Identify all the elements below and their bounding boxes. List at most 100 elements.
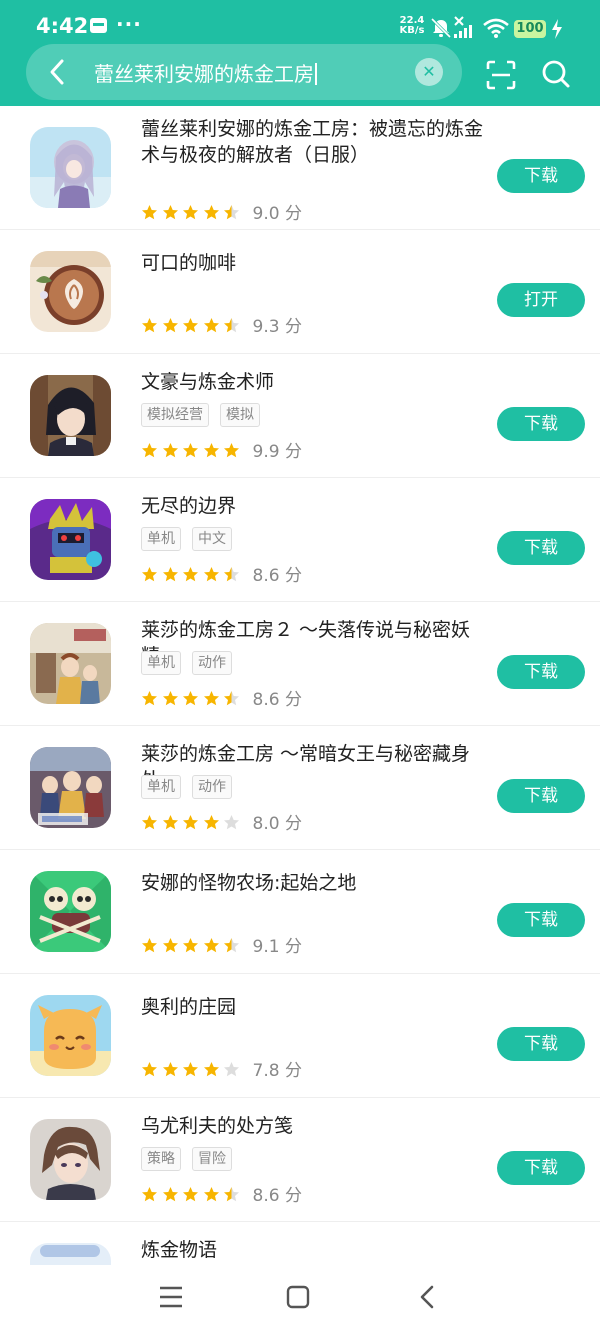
text-cursor <box>315 63 317 85</box>
download-button[interactable]: 下载 <box>497 407 585 441</box>
star-icon <box>224 567 239 582</box>
app-rating: 8.6 分 <box>141 1181 302 1206</box>
app-tags: 单机 动作 <box>141 775 243 799</box>
star-icon <box>203 1062 219 1077</box>
app-rating: 8.6 分 <box>141 561 302 586</box>
app-name[interactable]: 文豪与炼金术师 <box>141 369 486 395</box>
star-icon <box>224 318 239 333</box>
list-item[interactable]: 蕾丝莱利安娜的炼金工房：被遗忘的炼金术与极夜的解放者（日服） 9.0 分 下载 <box>0 106 600 230</box>
star-icon <box>183 1187 198 1202</box>
star-icon <box>224 205 239 220</box>
nav-back-icon[interactable] <box>417 1285 437 1309</box>
download-button[interactable]: 下载 <box>497 779 585 813</box>
app-icon-endless-frontier[interactable] <box>30 499 111 580</box>
rating-stars <box>141 317 244 336</box>
header: 4:42 ··· 22.4 KB/s 100 蕾丝莱利安娜的炼金工房 ✕ <box>0 0 600 106</box>
rating-score: 9.1 分 <box>252 937 302 957</box>
star-icon <box>162 205 178 220</box>
rating-score: 8.6 分 <box>252 1186 302 1206</box>
network-speed: 22.4 KB/s <box>398 16 426 36</box>
download-button[interactable]: 下载 <box>497 1151 585 1185</box>
search-icon[interactable] <box>541 59 571 89</box>
star-icon <box>162 815 178 830</box>
app-tag[interactable]: 策略 <box>141 1147 181 1171</box>
star-icon <box>162 1062 178 1077</box>
star-icon <box>203 815 219 830</box>
rating-stars <box>141 566 244 585</box>
app-name[interactable]: 奥利的庄园 <box>141 994 486 1020</box>
search-input[interactable]: 蕾丝莱利安娜的炼金工房 <box>94 58 317 87</box>
download-button[interactable]: 下载 <box>497 1027 585 1061</box>
download-button[interactable]: 下载 <box>497 531 585 565</box>
app-rating: 7.8 分 <box>141 1056 302 1081</box>
app-icon-olly-manor[interactable] <box>30 995 111 1076</box>
app-icon-atelier-ryza[interactable] <box>30 747 111 828</box>
app-name[interactable]: 无尽的边界 <box>141 493 486 519</box>
app-name[interactable]: 安娜的怪物农场:起始之地 <box>141 870 486 896</box>
star-icon <box>142 815 157 830</box>
app-name[interactable]: 乌尤利夫的处方笺 <box>141 1113 486 1139</box>
home-icon[interactable] <box>286 1285 310 1309</box>
app-name[interactable]: 炼金物语 <box>141 1237 486 1263</box>
search-bar[interactable]: 蕾丝莱利安娜的炼金工房 ✕ <box>26 44 462 100</box>
list-item[interactable]: 乌尤利夫的处方笺 策略 冒险 8.6 分 下载 <box>0 1098 600 1222</box>
rating-stars <box>141 204 244 223</box>
app-icon-monster-farm[interactable] <box>30 871 111 952</box>
app-icon-prescription[interactable] <box>30 1119 111 1200</box>
battery-indicator: 100 <box>514 20 546 38</box>
rating-score: 9.0 分 <box>252 204 302 224</box>
star-icon <box>224 443 239 458</box>
rating-score: 8.6 分 <box>252 566 302 586</box>
app-icon-bungo-alchemist[interactable] <box>30 375 111 456</box>
star-icon <box>142 567 157 582</box>
list-item[interactable]: 莱莎的炼金工房２ ～失落传说与秘密妖精～ 单机动作 8.6 分 下载 <box>0 602 600 726</box>
app-tags: 单机 中文 <box>141 527 243 551</box>
open-button[interactable]: 打开 <box>497 283 585 317</box>
app-search-results-screen: 4:42 ··· 22.4 KB/s 100 蕾丝莱利安娜的炼金工房 ✕ 蕾丝莱… <box>0 0 600 1333</box>
scan-icon[interactable] <box>486 60 516 90</box>
star-icon <box>224 691 239 706</box>
star-icon <box>183 205 198 220</box>
app-tag[interactable]: 动作 <box>192 651 232 675</box>
app-icon-atelier-ryza-2[interactable] <box>30 623 111 704</box>
list-item[interactable]: 莱莎的炼金工房 ～常暗女王与秘密藏身处～ 单机动作 8.0 分 下载 <box>0 726 600 850</box>
app-name[interactable]: 蕾丝莱利安娜的炼金工房：被遗忘的炼金术与极夜的解放者（日服） <box>141 116 486 168</box>
list-item[interactable]: 安娜的怪物农场:起始之地 9.1 分 下载 <box>0 850 600 974</box>
app-name[interactable]: 可口的咖啡 <box>141 250 486 276</box>
menu-icon[interactable] <box>159 1285 183 1309</box>
list-item[interactable]: 文豪与炼金术师 模拟经营 模拟 9.9 分 下载 <box>0 354 600 478</box>
download-button[interactable]: 下载 <box>497 903 585 937</box>
star-icon <box>183 443 198 458</box>
star-icon <box>224 938 239 953</box>
app-tag[interactable]: 模拟 <box>220 403 260 427</box>
star-icon <box>224 815 239 830</box>
star-icon <box>183 1062 198 1077</box>
app-tag[interactable]: 模拟经营 <box>141 403 209 427</box>
app-rating: 9.0 分 <box>141 199 302 224</box>
app-tag[interactable]: 单机 <box>141 775 181 799</box>
status-bar: 4:42 ··· 22.4 KB/s 100 <box>0 0 600 44</box>
download-button[interactable]: 下载 <box>497 655 585 689</box>
download-button[interactable]: 下载 <box>497 159 585 193</box>
app-icon-atelier-resleriana[interactable] <box>30 127 111 208</box>
app-tags: 策略 冒险 <box>141 1147 243 1171</box>
star-icon <box>183 815 198 830</box>
star-icon <box>162 318 178 333</box>
list-item[interactable]: 无尽的边界 单机 中文 8.6 分 下载 <box>0 478 600 602</box>
star-icon <box>142 1062 157 1077</box>
app-tag[interactable]: 中文 <box>192 527 232 551</box>
star-icon <box>162 691 178 706</box>
app-tag[interactable]: 冒险 <box>192 1147 232 1171</box>
signal-bars-icon <box>454 25 472 38</box>
app-tag[interactable]: 单机 <box>141 651 181 675</box>
clear-icon[interactable]: ✕ <box>415 58 443 86</box>
rating-score: 9.3 分 <box>252 317 302 337</box>
app-tag[interactable]: 动作 <box>192 775 232 799</box>
list-item[interactable]: 奥利的庄园 7.8 分 下载 <box>0 974 600 1098</box>
list-item[interactable]: 可口的咖啡 9.3 分 打开 <box>0 230 600 354</box>
back-arrow-icon[interactable] <box>46 58 68 86</box>
star-icon <box>203 1187 219 1202</box>
app-icon-coffee[interactable] <box>30 251 111 332</box>
app-tag[interactable]: 单机 <box>141 527 181 551</box>
star-icon <box>142 205 157 220</box>
